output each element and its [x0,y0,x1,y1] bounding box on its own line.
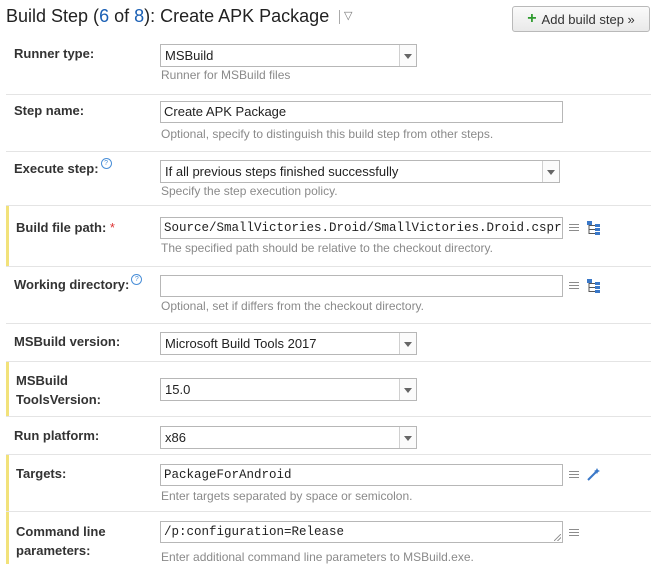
runner-type-row: Runner type: MSBuild Runner for MSBuild … [6,38,651,95]
tools-version-value: 15.0 [165,382,191,397]
help-icon[interactable]: ? [131,274,143,285]
build-file-path-note: The specified path should be relative to… [161,241,493,255]
execute-step-note: Specify the step execution policy. [161,184,338,198]
chevron-down-icon [399,379,416,400]
run-platform-label: Run platform: [14,428,100,443]
step-name-input[interactable]: Create APK Package [160,101,563,123]
msbuild-version-row: MSBuild version: Microsoft Build Tools 2… [6,324,651,361]
tools-version-label: MSBuild ToolsVersion: [16,371,101,409]
step-current-link[interactable]: 6 [99,6,109,26]
tools-version-row: MSBuild ToolsVersion: 15.0 [6,362,651,416]
execute-step-label-text: Execute step: [14,161,99,176]
step-name-row: Step name: Create APK Package Optional, … [6,95,651,152]
required-asterisk: * [109,220,115,235]
working-directory-label: Working directory:? [14,274,143,294]
command-line-label-line1: Command line [16,524,106,539]
tools-version-label-line1: MSBuild [16,373,68,388]
working-directory-row: Working directory:? Optional, set if dif… [6,267,651,323]
run-platform-select[interactable]: x86 [160,426,417,449]
targets-row: Targets: PackageForAndroid Enter targets… [6,455,651,511]
list-icon[interactable] [569,282,579,291]
required-marker-bar [6,455,9,511]
working-directory-input[interactable] [160,275,563,297]
step-menu-caret-icon[interactable]: ▽ [344,9,352,22]
list-icon[interactable] [569,529,579,538]
run-platform-row: Run platform: x86 [6,417,651,454]
required-marker-bar [6,206,9,266]
page-title: Build Step (6 of 8): Create APK Package [6,6,329,27]
command-line-note: Enter additional command line parameters… [161,550,474,564]
runner-type-select[interactable]: MSBuild [160,44,417,67]
required-marker-bar [6,362,9,416]
resize-grip-icon[interactable] [554,534,561,541]
command-line-label: Command line parameters: [16,522,106,560]
build-file-path-row: Build file path: * Source/SmallVictories… [6,206,651,266]
chevron-down-icon [399,333,416,354]
magic-wand-icon[interactable] [587,467,601,481]
runner-type-value: MSBuild [165,48,214,63]
execute-step-label: Execute step:? [14,158,112,178]
file-tree-icon[interactable] [587,279,601,293]
command-line-textarea[interactable]: /p:configuration=Release [160,521,563,543]
page-header: Build Step (6 of 8): Create APK Package … [0,0,657,38]
working-directory-note: Optional, set if differs from the checko… [161,299,425,313]
add-build-step-label: Add build step » [541,11,635,27]
msbuild-version-select[interactable]: Microsoft Build Tools 2017 [160,332,417,355]
chevron-down-icon [399,427,416,448]
chevron-down-icon [542,161,559,182]
command-line-value: /p:configuration=Release [164,525,345,539]
build-file-path-label: Build file path: * [16,218,115,237]
chevron-down-icon [399,45,416,66]
targets-label: Targets: [16,466,67,481]
targets-note: Enter targets separated by space or semi… [161,489,413,503]
execute-step-select[interactable]: If all previous steps finished successfu… [160,160,560,183]
title-of: of [109,6,135,26]
build-file-path-label-text: Build file path: [16,220,107,235]
tools-version-select[interactable]: 15.0 [160,378,417,401]
command-line-label-line2: parameters: [16,543,91,558]
title-suffix: ): Create APK Package [144,6,330,26]
title-divider [339,10,340,24]
msbuild-version-value: Microsoft Build Tools 2017 [165,336,317,351]
execute-step-row: Execute step:? If all previous steps fin… [6,152,651,205]
file-tree-icon[interactable] [587,221,601,235]
build-file-path-input[interactable]: Source/SmallVictories.Droid/SmallVictori… [160,217,563,239]
plus-icon: + [527,10,537,27]
step-total-link[interactable]: 8 [134,6,144,26]
runner-type-label: Runner type: [14,46,95,61]
runner-type-note: Runner for MSBuild files [161,68,291,82]
msbuild-version-label: MSBuild version: [14,334,121,349]
run-platform-value: x86 [165,430,186,445]
title-prefix: Build Step ( [6,6,100,26]
required-marker-bar [6,512,9,564]
step-name-note: Optional, specify to distinguish this bu… [161,127,494,141]
tools-version-label-line2: ToolsVersion: [16,392,101,407]
targets-input[interactable]: PackageForAndroid [160,464,563,486]
working-directory-label-text: Working directory: [14,277,130,292]
list-icon[interactable] [569,471,579,480]
help-icon[interactable]: ? [100,158,112,169]
step-name-label: Step name: [14,103,85,118]
add-build-step-button[interactable]: + Add build step » [512,6,650,32]
execute-step-value: If all previous steps finished successfu… [165,164,399,179]
command-line-row: Command line parameters: /p:configuratio… [6,512,651,564]
list-icon[interactable] [569,224,579,233]
